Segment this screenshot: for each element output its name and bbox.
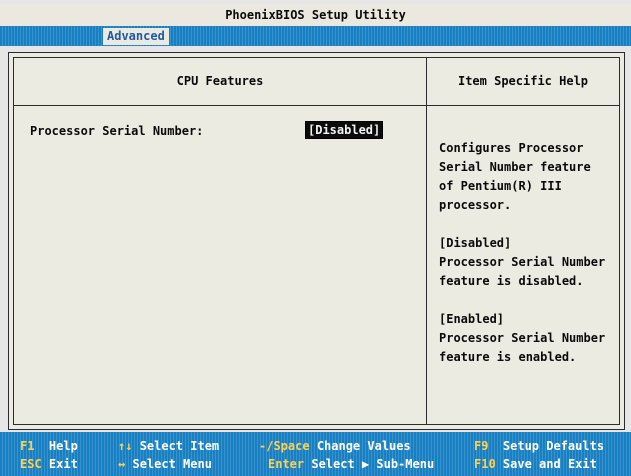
setting-value-processor-serial[interactable]: [Disabled] — [304, 121, 384, 139]
key-desc: Setup Defaults — [502, 439, 605, 453]
key-help: F1 Help — [20, 439, 78, 453]
key-sub-menu: Enter Select ▶ Sub-Menu — [268, 457, 434, 471]
key-desc: Change Values — [316, 439, 411, 453]
key-label: F1 — [20, 439, 35, 453]
column-divider — [426, 58, 427, 424]
key-label: F9 — [474, 439, 489, 453]
header-divider — [14, 105, 619, 106]
key-select-item: ↑↓ Select Item — [118, 439, 219, 453]
main-panel: CPU Features Item Specific Help Processo… — [8, 52, 625, 430]
key-setup-defaults: F9 Setup Defaults — [474, 439, 604, 453]
key-change-values: -/Space Change Values — [259, 439, 411, 453]
key-label: F10 — [474, 457, 496, 471]
key-desc: Select Item — [139, 439, 220, 453]
key-desc: Help — [48, 439, 78, 453]
key-label: ESC — [20, 457, 42, 471]
bios-screen: PhoenixBIOS Setup Utility Advanced CPU F… — [0, 0, 631, 476]
key-label: Enter — [268, 457, 305, 471]
key-desc: Select ▶ Sub-Menu — [311, 457, 435, 471]
key-save-exit: F10 Save and Exit — [474, 457, 597, 471]
key-label: ↔ — [118, 457, 126, 471]
setting-label-processor-serial: Processor Serial Number: — [30, 124, 204, 138]
section-title-help: Item Specific Help — [457, 74, 589, 88]
help-text: Configures Processor Serial Number featu… — [439, 141, 606, 364]
tab-advanced[interactable]: Advanced — [103, 28, 169, 45]
key-exit: ESC Exit — [20, 457, 78, 471]
window-title: PhoenixBIOS Setup Utility — [0, 4, 631, 26]
menu-bar: Advanced — [0, 26, 631, 46]
menu-bar-background — [0, 26, 631, 46]
key-desc: Save and Exit — [502, 457, 597, 471]
key-legend: F1 Help ↑↓ Select Item -/Space Change Va… — [0, 432, 631, 476]
key-desc: Select Menu — [132, 457, 212, 471]
key-select-menu: ↔ Select Menu — [118, 457, 212, 471]
section-title-cpu-features: CPU Features — [176, 74, 264, 88]
key-label: ↑↓ — [118, 439, 133, 453]
key-desc: Exit — [48, 457, 78, 471]
key-label: -/Space — [259, 439, 310, 453]
